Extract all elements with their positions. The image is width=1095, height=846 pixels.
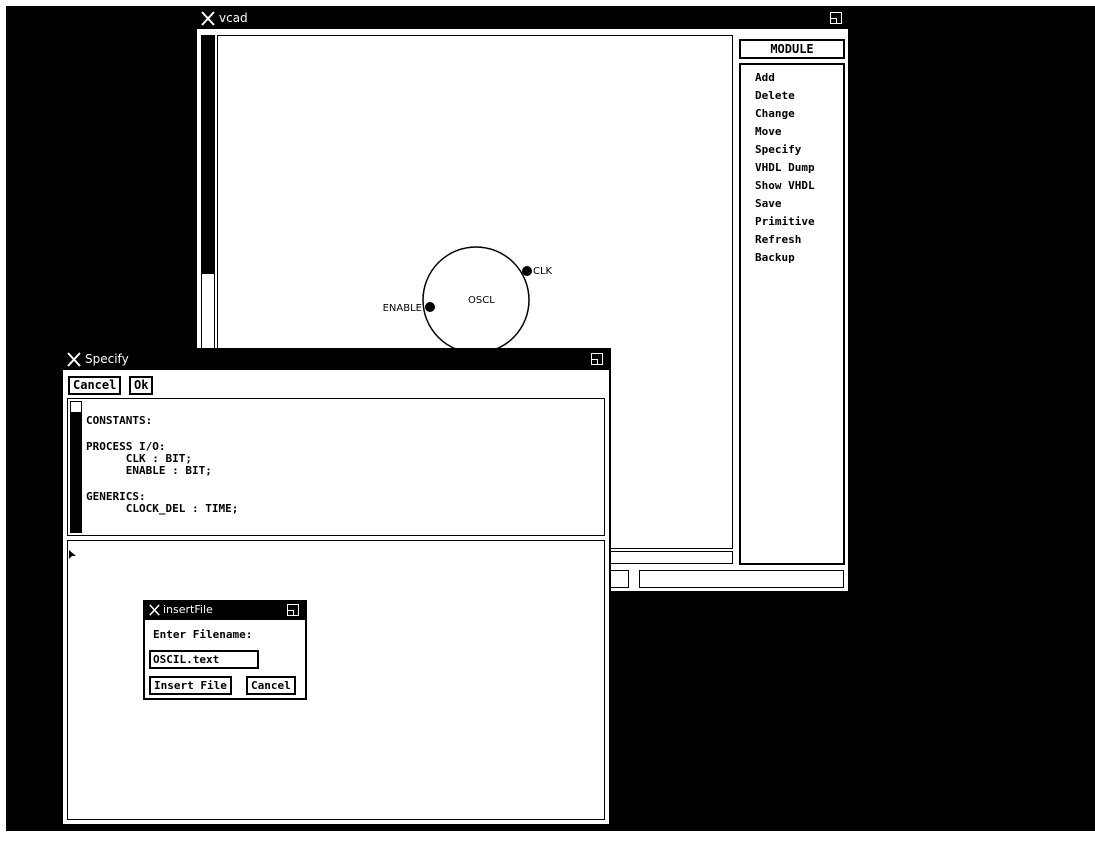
insert-file-window: insertFile Enter Filename: OSCIL.text In… xyxy=(143,600,307,700)
insert-file-button[interactable]: Insert File xyxy=(149,676,232,695)
menu-item-add[interactable]: Add xyxy=(755,71,775,85)
x-logo-icon xyxy=(67,352,81,367)
x-logo-icon xyxy=(201,11,215,26)
vcad-title: vcad xyxy=(219,11,248,25)
insert-cancel-button[interactable]: Cancel xyxy=(246,676,296,695)
spec-scrollbar[interactable] xyxy=(70,401,82,533)
enable-port-dot xyxy=(425,302,435,312)
spec-line: CONSTANTS: xyxy=(86,414,153,427)
module-panel-title: MODULE xyxy=(739,39,845,59)
specify-titlebar[interactable]: Specify xyxy=(63,350,609,370)
mouse-cursor-icon xyxy=(69,550,76,559)
clk-port-label: CLK xyxy=(533,266,553,277)
menu-item-change[interactable]: Change xyxy=(755,107,795,121)
menu-item-specify[interactable]: Specify xyxy=(755,143,801,157)
message-field-right xyxy=(639,570,844,588)
filename-prompt: Enter Filename: xyxy=(153,628,253,641)
vcad-titlebar[interactable]: vcad xyxy=(197,9,848,29)
module-menu: Add Delete Change Move Specify VHDL Dump… xyxy=(739,63,845,565)
x-logo-icon xyxy=(149,604,160,616)
clk-port-dot xyxy=(522,266,532,276)
enable-port-label: ENABLE xyxy=(383,303,422,314)
spec-line: ENABLE : BIT; xyxy=(86,464,212,477)
menu-item-refresh[interactable]: Refresh xyxy=(755,233,801,247)
maximize-icon[interactable] xyxy=(830,12,842,24)
maximize-icon[interactable] xyxy=(591,353,603,365)
menu-item-show-vhdl[interactable]: Show VHDL xyxy=(755,179,815,193)
filename-input[interactable]: OSCIL.text xyxy=(149,650,259,669)
specify-title: Specify xyxy=(85,352,129,366)
spec-scrollbar-thumb[interactable] xyxy=(71,412,81,532)
cancel-button[interactable]: Cancel xyxy=(68,376,122,395)
spec-text-area[interactable]: CONSTANTS: PROCESS I/O: CLK : BIT; ENABL… xyxy=(67,398,605,536)
menu-item-vhdl-dump[interactable]: VHDL Dump xyxy=(755,161,815,175)
menu-item-save[interactable]: Save xyxy=(755,197,782,211)
scrollbar-thumb[interactable] xyxy=(202,36,214,274)
insert-file-title: insertFile xyxy=(163,603,213,616)
menu-item-move[interactable]: Move xyxy=(755,125,782,139)
insert-file-titlebar[interactable]: insertFile xyxy=(145,602,305,620)
module-name-label: OSCL xyxy=(468,295,495,306)
spec-line: CLOCK_DEL : TIME; xyxy=(86,502,239,515)
specify-window: Specify Cancel Ok CONSTANTS: PROCESS I/O… xyxy=(61,348,611,826)
menu-item-backup[interactable]: Backup xyxy=(755,251,795,265)
ok-button[interactable]: Ok xyxy=(129,376,154,395)
menu-item-primitive[interactable]: Primitive xyxy=(755,215,815,229)
maximize-icon[interactable] xyxy=(287,604,299,616)
menu-item-delete[interactable]: Delete xyxy=(755,89,795,103)
